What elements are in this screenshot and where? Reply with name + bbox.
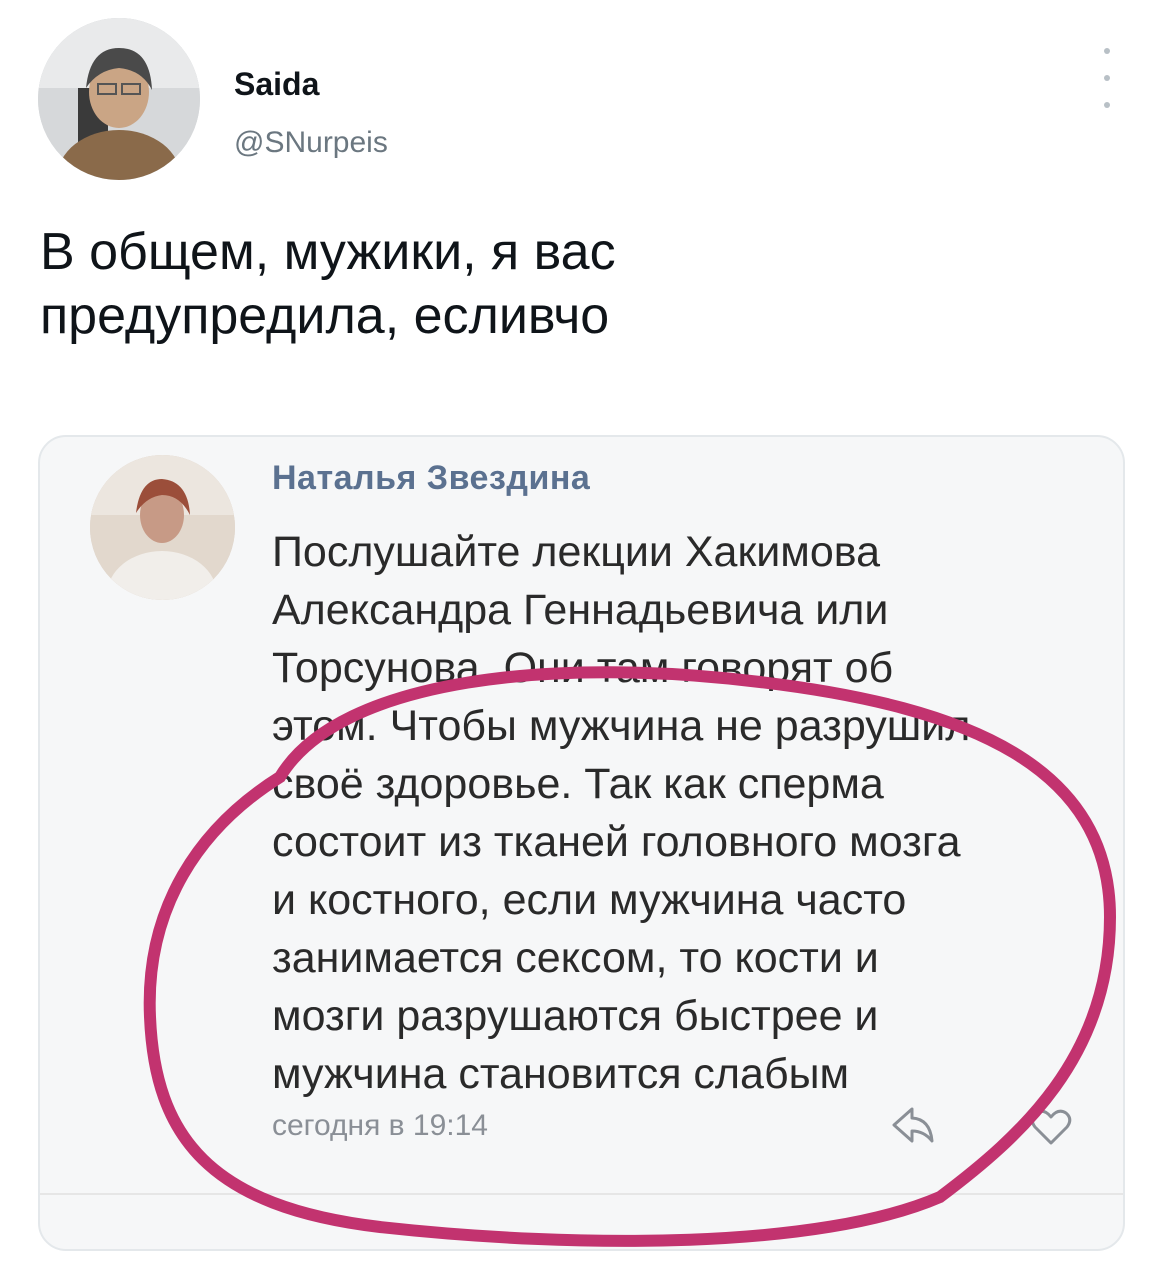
vk-avatar-photo	[90, 455, 235, 600]
vk-text-line: Послушайте лекции Хакимова	[272, 528, 881, 576]
vk-text-line: этом. Чтобы мужчина не разрушил	[272, 702, 971, 750]
embedded-image[interactable]: Наталья Звездина Послушайте лекции Хаким…	[38, 435, 1125, 1251]
tweet-text-line: предупредила, есливчо	[40, 287, 610, 345]
share-icon	[892, 1107, 934, 1143]
vk-text-line: мозги разрушаются быстрее и	[272, 992, 879, 1040]
vk-author-avatar	[90, 455, 235, 600]
vk-timestamp: сегодня в 19:14	[272, 1109, 488, 1142]
author-avatar[interactable]	[38, 18, 200, 180]
vk-text-line: мужчина становится слабым	[272, 1050, 850, 1098]
vk-author-name: Наталья Звездина	[272, 459, 591, 497]
author-handle[interactable]: @SNurpeis	[234, 126, 388, 160]
vk-post: Наталья Звездина Послушайте лекции Хаким…	[40, 437, 1123, 1249]
vk-text-line: занимается сексом, то кости и	[272, 934, 879, 982]
vk-post-text: Послушайте лекции Хакимова Александра Ге…	[272, 523, 1102, 1103]
vk-text-line: состоит из тканей головного мозга	[272, 818, 961, 866]
vk-divider	[40, 1193, 1123, 1195]
vk-text-line: Александра Геннадьевича или	[272, 586, 889, 634]
tweet-header: Saida @SNurpeis	[38, 18, 1119, 188]
vk-text-line: и костного, если мужчина часто	[272, 876, 907, 924]
tweet-text: В общем, мужики, я вас предупредила, есл…	[40, 220, 1120, 348]
more-icon[interactable]	[1095, 48, 1119, 108]
vk-text-line: Торсунова. Они там говорят об	[272, 644, 894, 692]
heart-icon	[1030, 1109, 1072, 1145]
vk-text-line: своё здоровье. Так как сперма	[272, 760, 884, 808]
author-name[interactable]: Saida	[234, 66, 319, 103]
avatar-photo	[38, 18, 200, 180]
tweet-text-line: В общем, мужики, я вас	[40, 223, 616, 281]
